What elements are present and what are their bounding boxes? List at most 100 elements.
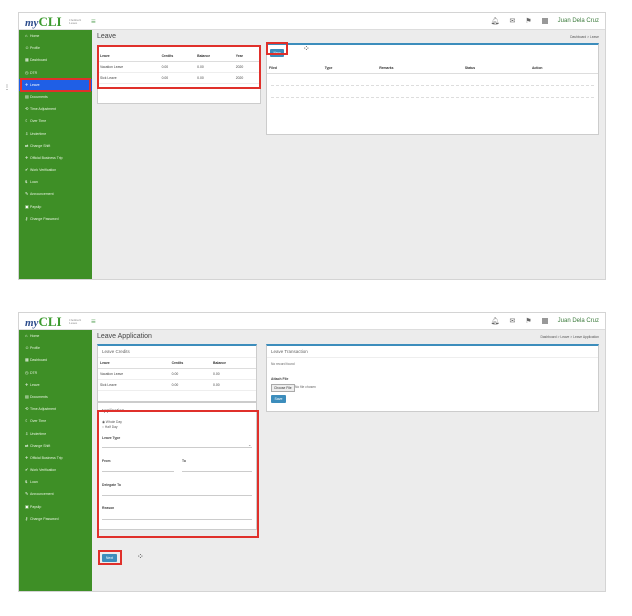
app-logo[interactable]: myCLI Chemtech Leases — [25, 14, 87, 29]
sidebar-item-home[interactable]: ⌂ Home — [19, 30, 92, 42]
table-cell: Sick Leave — [98, 379, 170, 391]
sidebar-item-change-shift[interactable]: ⇄ Change Shift — [19, 140, 92, 152]
crumb-dashboard[interactable]: Dashboard — [570, 35, 586, 39]
sidebar-item-label: Loan — [30, 180, 38, 185]
crumb-leave[interactable]: Leave — [560, 335, 569, 339]
leave-transaction-title: Leave Transaction — [267, 346, 598, 358]
table-cell: Vacation Leave — [98, 368, 170, 380]
sidebar-item-undertime[interactable]: ⇩ Undertime — [19, 428, 92, 440]
sidebar-item-dtr[interactable]: ◷ DTR — [19, 367, 92, 379]
table-row: Sick Leave 0.00 0.00 — [98, 379, 256, 391]
sidebar-item-time-adjustment[interactable]: ⟲ Time Adjustment — [19, 403, 92, 415]
sidebar-item-label: Official Business Trip — [30, 455, 63, 460]
sidebar-item-official-business-trip[interactable]: ✈ Official Business Trip — [19, 152, 92, 164]
sidebar-item-label: Change Password — [30, 216, 59, 221]
user-name[interactable]: Juan Dela Cruz — [558, 318, 599, 324]
sidebar-item-leave[interactable]: ✈ Leave — [19, 379, 92, 391]
crumb-leave-application: Leave Application — [573, 335, 599, 339]
sidebar-item-label: Payslip — [30, 204, 42, 209]
bell-icon[interactable]: 🔔︎ — [491, 317, 500, 325]
sidebar-item-label: Announcement — [30, 492, 54, 497]
sidebar-item-label: Work Verification — [30, 468, 57, 473]
sidebar: ⌂ Home ☺Profile ▦Dashboard ◷ DTR ✈ Leave ▤Docume… — [19, 30, 92, 279]
sidebar-item-undertime[interactable]: ⇩ Undertime — [19, 128, 92, 140]
save-button[interactable]: Save — [271, 395, 286, 403]
app-logo[interactable]: myCLI Chemtech Leases — [25, 314, 87, 329]
page-title: Leave — [97, 33, 117, 40]
menu-toggle-icon[interactable]: ≡ — [91, 317, 96, 326]
table-header-row: Leave Credits Balance — [98, 358, 256, 369]
sidebar-item-payslip[interactable]: ▣Payslip — [19, 501, 92, 513]
sidebar-item-label: Announcement — [30, 192, 54, 197]
menu-toggle-icon[interactable]: ≡ — [91, 17, 96, 26]
sidebar-item-announcement[interactable]: ✎ Announcement — [19, 488, 92, 500]
sidebar-item-label: Official Business Trip — [30, 155, 63, 160]
sidebar-item-payslip[interactable]: ▣Payslip — [19, 201, 92, 213]
sidebar-item-dashboard[interactable]: ▦Dashboard — [19, 354, 92, 366]
sidebar-item-change-password[interactable]: ⚷ Change Password — [19, 213, 92, 225]
sidebar-item-label: Profile — [30, 46, 40, 51]
sidebar-item-label: Time Adjustment — [30, 107, 56, 112]
user-name[interactable]: Juan Dela Cruz — [558, 18, 599, 24]
highlight-leave-menu — [20, 77, 91, 92]
avatar[interactable] — [541, 318, 548, 324]
sidebar-item-label: Home — [30, 334, 40, 338]
flag-icon[interactable]: ⚑ — [525, 317, 531, 325]
divider — [271, 97, 594, 98]
column-header: Remarks — [377, 63, 463, 74]
sidebar-item-label: Loan — [30, 480, 38, 485]
leave-credits-panel: Leave Credits Leave Credits Balance Vacatio… — [97, 344, 257, 402]
sidebar-item-label: Work Verification — [30, 168, 57, 173]
margin-marker: ⋮ — [4, 85, 10, 91]
sidebar-item-label: Change Shift — [30, 143, 51, 148]
sidebar-item-change-shift[interactable]: ⇄ Change Shift — [19, 440, 92, 452]
sidebar-item-label: Undertime — [30, 131, 47, 136]
column-header: Credits — [169, 358, 212, 369]
sidebar-item-profile[interactable]: ☺Profile — [19, 342, 92, 354]
top-navbar: myCLI Chemtech Leases ≡ 🔔︎ ✉ ⚑ Juan Dela … — [19, 13, 605, 30]
sidebar-item-label: Documents — [30, 394, 48, 399]
sidebar-item-over-time[interactable]: ☾Over Time — [19, 115, 92, 127]
flag-icon[interactable]: ⚑ — [525, 17, 531, 25]
sidebar-item-label: Change Password — [30, 516, 59, 521]
breadcrumb: Dashboard > Leave — [570, 35, 599, 39]
column-header: Balance — [211, 358, 256, 369]
sidebar-item-home[interactable]: ⌂ Home — [19, 330, 92, 342]
column-header: Filed — [267, 63, 323, 74]
table-cell: 0.00 — [211, 379, 256, 391]
sidebar-item-over-time[interactable]: ☾Over Time — [19, 415, 92, 427]
table-header-row: Filed Type Remarks Status Action — [267, 63, 598, 74]
sidebar-item-dashboard[interactable]: ▦Dashboard — [19, 54, 92, 66]
crumb-dashboard[interactable]: Dashboard — [540, 335, 556, 339]
sidebar-item-work-verification[interactable]: ✔ Work Verification — [19, 464, 92, 476]
mail-icon[interactable]: ✉ — [509, 17, 515, 25]
avatar[interactable] — [541, 18, 548, 24]
top-navbar: myCLI Chemtech Leases ≡ 🔔︎ ✉ ⚑ Juan Dela … — [19, 313, 605, 330]
sidebar-item-documents[interactable]: ▤Documents — [19, 91, 92, 103]
mail-icon[interactable]: ✉ — [509, 317, 515, 325]
leave-transaction-panel: Leave Transaction No record found Attach… — [266, 344, 599, 412]
highlight-new-button — [266, 42, 288, 55]
page-title: Leave Application — [97, 333, 152, 340]
sidebar-item-label: Profile — [30, 346, 40, 351]
choose-file-button[interactable]: Choose File — [271, 384, 295, 392]
table-cell: 0.00 — [211, 368, 256, 380]
divider — [271, 85, 594, 86]
sidebar-item-work-verification[interactable]: ✔ Work Verification — [19, 164, 92, 176]
sidebar-item-label: Documents — [30, 94, 48, 99]
sidebar-item-profile[interactable]: ☺Profile — [19, 42, 92, 54]
sidebar-item-loan[interactable]: $ Loan — [19, 476, 92, 488]
bell-icon[interactable]: 🔔︎ — [491, 17, 500, 25]
leave-credits-title: Leave Credits — [98, 346, 256, 358]
sidebar-item-change-password[interactable]: ⚷ Change Password — [19, 513, 92, 525]
table-row: Vacation Leave 0.00 0.00 — [98, 368, 256, 380]
sidebar-item-official-business-trip[interactable]: ✈ Official Business Trip — [19, 452, 92, 464]
file-status: No file chosen — [295, 385, 316, 389]
screen-leave-application: myCLI Chemtech Leases ≡ 🔔︎ ✉ ⚑ Juan Dela … — [18, 312, 606, 592]
sidebar-item-label: Dashboard — [30, 58, 48, 63]
sidebar-item-loan[interactable]: $ Loan — [19, 176, 92, 188]
highlight-next-button — [98, 550, 122, 565]
sidebar-item-time-adjustment[interactable]: ⟲ Time Adjustment — [19, 103, 92, 115]
sidebar-item-documents[interactable]: ▤Documents — [19, 391, 92, 403]
sidebar-item-announcement[interactable]: ✎ Announcement — [19, 188, 92, 200]
